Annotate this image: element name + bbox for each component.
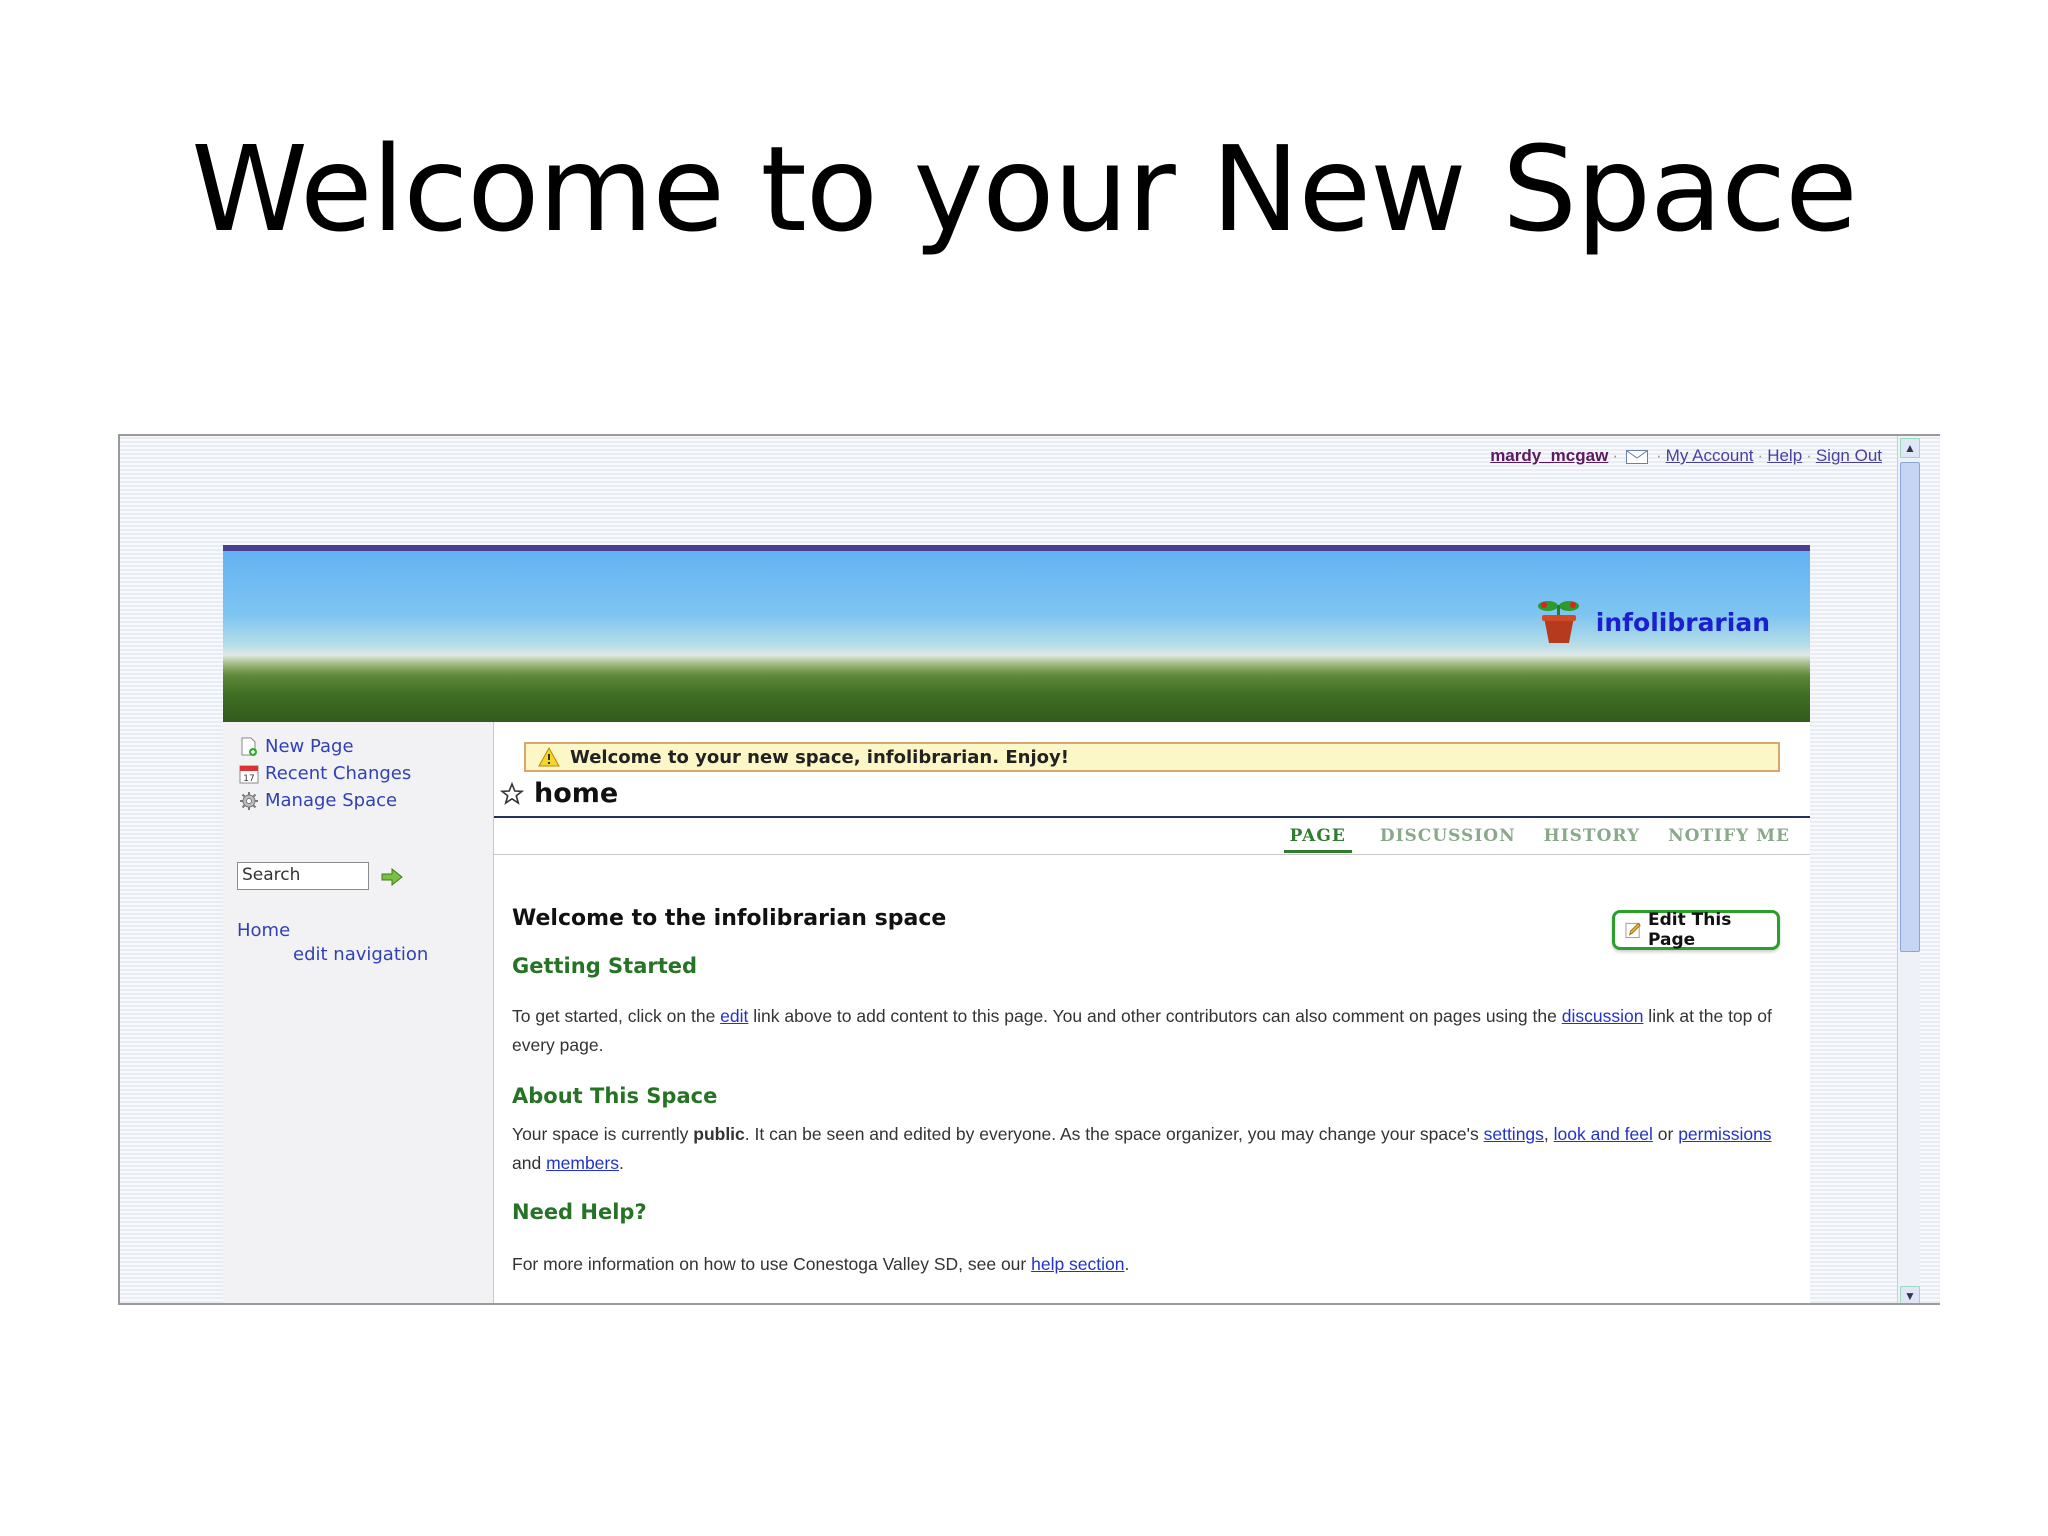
permissions-link[interactable]: permissions [1678, 1124, 1771, 1144]
edit-button-label: Edit This Page [1648, 910, 1732, 950]
username-link[interactable]: mardy_mcgaw [1490, 446, 1608, 465]
content-heading: Welcome to the infolibrarian space [512, 906, 947, 931]
page-tabs: PAGE DISCUSSION HISTORY NOTIFY ME [1283, 826, 1790, 853]
tab-history[interactable]: HISTORY [1544, 826, 1641, 853]
svg-text:17: 17 [243, 774, 254, 784]
calendar-icon: 17 [239, 765, 259, 784]
slide-title: Welcome to your New Space [191, 120, 1858, 258]
user-toolbar: mardy_mcgaw · · My Account · Help · Sign Out [1490, 446, 1882, 465]
about-paragraph: Your space is currently public. It can b… [512, 1124, 1772, 1173]
browser-screenshot: mardy_mcgaw · · My Account · Help · Sign Out in… [118, 434, 1940, 1305]
header-divider [494, 816, 1810, 818]
recent-changes-label: Recent Changes [265, 763, 412, 784]
getting-started-heading: Getting Started [512, 954, 698, 978]
page-header: home [500, 778, 618, 809]
help-link[interactable]: Help [1767, 446, 1802, 465]
edit-this-page-button[interactable]: Edit This Page [1612, 910, 1780, 950]
manage-space-action[interactable]: Manage Space [239, 790, 397, 811]
edit-navigation-link[interactable]: edit navigation [293, 944, 428, 965]
tabs-divider [494, 854, 1810, 855]
manage-space-label: Manage Space [265, 790, 398, 811]
gear-icon [240, 791, 258, 810]
about-heading: About This Space [512, 1084, 718, 1108]
help-section-link[interactable]: help section [1031, 1254, 1124, 1274]
my-account-link[interactable]: My Account [1666, 446, 1754, 465]
site-name: infolibrarian [1595, 607, 1770, 637]
tab-discussion[interactable]: DISCUSSION [1380, 826, 1516, 853]
welcome-alert: Welcome to your new space, infolibrarian… [524, 742, 1780, 772]
page-title: home [534, 778, 619, 809]
members-link[interactable]: members [546, 1153, 619, 1173]
new-page-label: New Page [265, 736, 354, 757]
warning-icon [538, 747, 560, 767]
search-go-arrow-icon[interactable] [381, 868, 403, 886]
alert-text: Welcome to your new space, infolibrarian… [570, 746, 1069, 768]
star-icon[interactable] [500, 781, 524, 806]
new-page-action[interactable]: New Page [239, 736, 354, 757]
plant-logo-icon [1537, 601, 1579, 643]
need-help-paragraph: For more information on how to use Cones… [512, 1254, 1130, 1274]
tab-notify-me[interactable]: NOTIFY ME [1668, 826, 1790, 853]
new-page-icon [241, 737, 257, 756]
sign-out-link[interactable]: Sign Out [1816, 446, 1882, 465]
scroll-thumb[interactable] [1900, 462, 1920, 952]
sidebar: New Page 17 Recent Changes Manage Space … [223, 722, 494, 1303]
look-and-feel-link[interactable]: look and feel [1554, 1124, 1653, 1144]
brand[interactable]: infolibrarian [1536, 597, 1770, 647]
search-input[interactable]: Search [237, 862, 369, 890]
pencil-icon [1625, 922, 1641, 939]
mail-icon[interactable] [1625, 449, 1648, 464]
settings-link[interactable]: settings [1484, 1124, 1544, 1144]
scroll-up-icon[interactable]: ▲ [1900, 438, 1920, 458]
vertical-scrollbar[interactable]: ▲ ▼ [1897, 436, 1920, 1303]
main-content: Welcome to your new space, infolibrarian… [494, 722, 1810, 1303]
nav-home-link[interactable]: Home [237, 920, 290, 941]
getting-started-paragraph: To get started, click on the edit link a… [512, 1006, 1772, 1055]
need-help-heading: Need Help? [512, 1200, 647, 1224]
discussion-inline-link[interactable]: discussion [1562, 1006, 1644, 1026]
header-banner: infolibrarian [223, 545, 1810, 722]
tab-page[interactable]: PAGE [1283, 826, 1352, 853]
edit-inline-link[interactable]: edit [720, 1006, 748, 1026]
scroll-down-icon[interactable]: ▼ [1900, 1286, 1920, 1303]
recent-changes-action[interactable]: 17 Recent Changes [239, 763, 411, 784]
